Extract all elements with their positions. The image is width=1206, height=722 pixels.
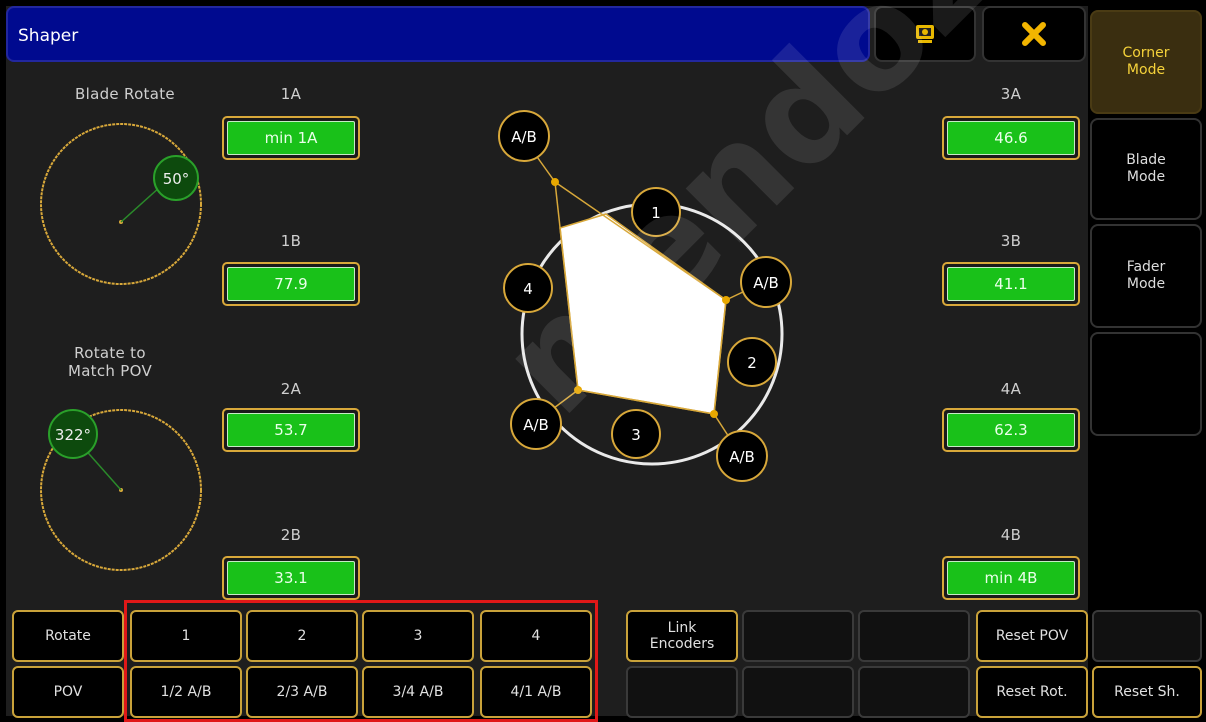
- value-4a-button[interactable]: 62.3: [942, 408, 1080, 452]
- link-encoders-button[interactable]: Link Encoders: [626, 610, 738, 662]
- rotate-pov-dial[interactable]: 322°: [40, 409, 202, 571]
- empty-button-3[interactable]: [1092, 610, 1202, 662]
- svg-text:A/B: A/B: [729, 448, 755, 466]
- empty-button-5[interactable]: [742, 666, 854, 718]
- value-2a-button[interactable]: 53.7: [222, 408, 360, 452]
- svg-text:4: 4: [523, 280, 533, 298]
- corner-mode-button[interactable]: Corner Mode: [1090, 10, 1202, 114]
- empty-button-4[interactable]: [626, 666, 738, 718]
- reset-pov-button[interactable]: Reset POV: [976, 610, 1088, 662]
- label-4b: 4B: [1000, 526, 1022, 544]
- blade-4-handle[interactable]: 4: [503, 263, 553, 313]
- corner-2-3-button[interactable]: 2/3 A/B: [246, 666, 358, 718]
- blade-3-button[interactable]: 3: [362, 610, 474, 662]
- empty-button-1[interactable]: [742, 610, 854, 662]
- svg-text:A/B: A/B: [511, 128, 537, 146]
- value-3b-button[interactable]: 41.1: [942, 262, 1080, 306]
- label-1a: 1A: [280, 85, 302, 103]
- empty-mode-button[interactable]: [1090, 332, 1202, 436]
- corner-4-1-handle[interactable]: A/B: [498, 110, 550, 162]
- corner-1-2-handle[interactable]: A/B: [740, 256, 792, 308]
- svg-text:2: 2: [747, 354, 757, 372]
- blade-mode-button[interactable]: Blade Mode: [1090, 118, 1202, 220]
- corner-3-4-button[interactable]: 3/4 A/B: [362, 666, 474, 718]
- empty-button-6[interactable]: [858, 666, 970, 718]
- corner-1-2-button[interactable]: 1/2 A/B: [130, 666, 242, 718]
- fader-mode-button[interactable]: Fader Mode: [1090, 224, 1202, 328]
- corner-4-1-button[interactable]: 4/1 A/B: [480, 666, 592, 718]
- svg-text:A/B: A/B: [753, 274, 779, 292]
- blade-1-button[interactable]: 1: [130, 610, 242, 662]
- blade-4-button[interactable]: 4: [480, 610, 592, 662]
- pov-button[interactable]: POV: [12, 666, 124, 718]
- label-1b: 1B: [280, 232, 302, 250]
- blade-2-handle[interactable]: 2: [727, 337, 777, 387]
- blade-2-button[interactable]: 2: [246, 610, 358, 662]
- shape-polygon: [559, 213, 727, 415]
- rotate-pov-value: 322°: [55, 426, 91, 444]
- label-2b: 2B: [280, 526, 302, 544]
- value-1b-button[interactable]: 77.9: [222, 262, 360, 306]
- label-3b: 3B: [1000, 232, 1022, 250]
- value-2b-button[interactable]: 33.1: [222, 556, 360, 600]
- svg-text:1: 1: [651, 204, 661, 222]
- corner-2-3-handle[interactable]: A/B: [716, 430, 768, 482]
- label-4a: 4A: [1000, 380, 1022, 398]
- corner-3-4-handle[interactable]: A/B: [510, 398, 562, 450]
- blade-1-handle[interactable]: 1: [631, 187, 681, 237]
- blade-3-handle[interactable]: 3: [611, 409, 661, 459]
- label-3a: 3A: [1000, 85, 1022, 103]
- value-3a-button[interactable]: 46.6: [942, 116, 1080, 160]
- empty-button-2[interactable]: [858, 610, 970, 662]
- label-2a: 2A: [280, 380, 302, 398]
- svg-text:3: 3: [631, 426, 641, 444]
- blade-rotate-value: 50°: [163, 170, 190, 188]
- value-1a-button[interactable]: min 1A: [222, 116, 360, 160]
- blade-rotate-dial[interactable]: 50°: [40, 123, 202, 285]
- svg-text:A/B: A/B: [523, 416, 549, 434]
- value-4b-button[interactable]: min 4B: [942, 556, 1080, 600]
- reset-rot-button[interactable]: Reset Rot.: [976, 666, 1088, 718]
- reset-sh-button[interactable]: Reset Sh.: [1092, 666, 1202, 718]
- rotate-button[interactable]: Rotate: [12, 610, 124, 662]
